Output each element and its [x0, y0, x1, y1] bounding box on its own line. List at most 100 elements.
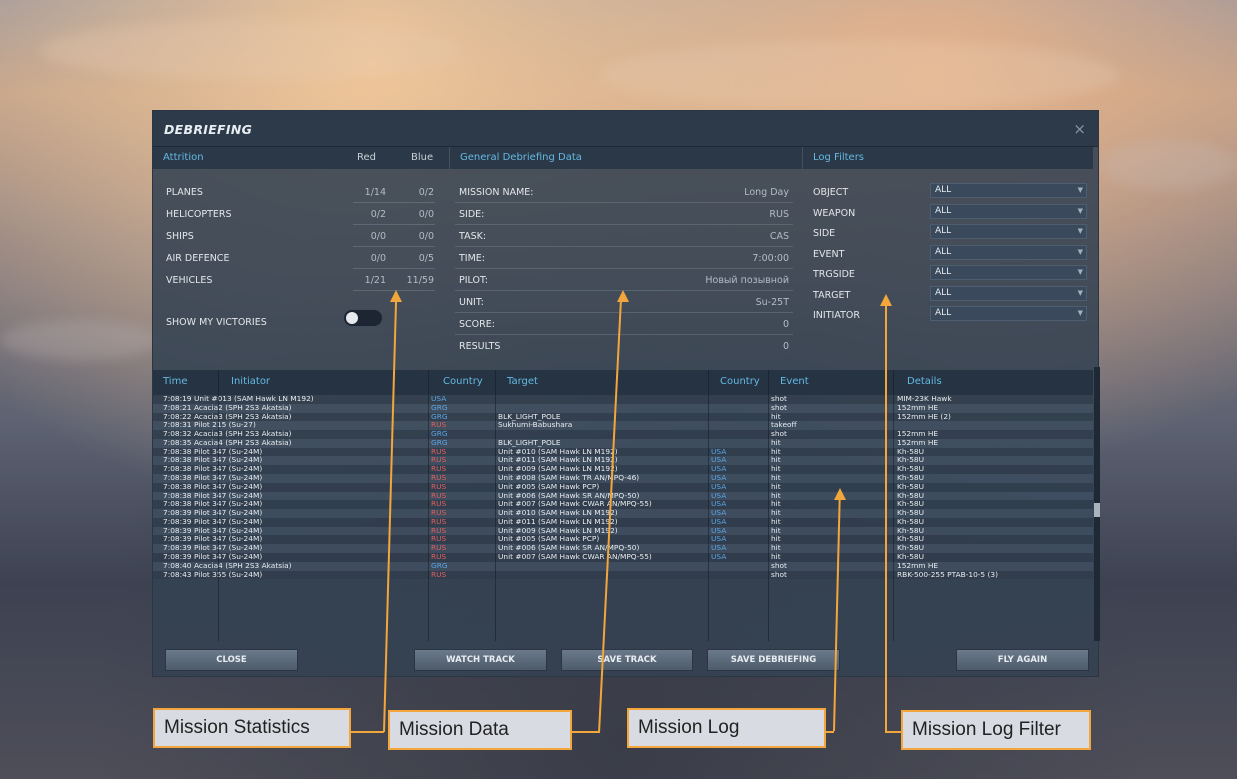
log-row[interactable]: 7:08:21 Acacia2 (SPH 2S3 Akatsia) GRG shot 1…	[153, 403, 1093, 413]
log-col-time[interactable]: Time	[163, 376, 187, 387]
log-event: shot	[771, 569, 787, 579]
filter-row: OBJECT ALL ▼	[803, 181, 1093, 201]
general-value: CAS	[769, 231, 789, 242]
attrition-red-value: 0/2	[370, 209, 386, 220]
close-icon[interactable]: ×	[1073, 120, 1086, 138]
log-row[interactable]: 7:08:31 Pilot 215 (Su-27) RUS Sukhumi-Babus…	[153, 421, 1093, 431]
filter-dropdown[interactable]: ALL ▼	[930, 203, 1087, 219]
attrition-blue-value: 0/5	[418, 253, 434, 264]
column-divider	[428, 370, 429, 641]
filter-value: ALL	[935, 226, 952, 236]
filter-dropdown[interactable]: ALL ▼	[930, 244, 1087, 260]
log-row[interactable]: 7:08:22 Acacia3 (SPH 2S3 Akatsia) GRG BLK_L…	[153, 411, 1093, 422]
filter-callout-line	[885, 731, 901, 733]
attrition-red-value: 1/14	[364, 187, 386, 198]
column-divider	[218, 370, 219, 641]
log-row[interactable]: 7:08:19 Unit #013 (SAM Hawk LN M192) USA sh…	[153, 395, 1093, 404]
fly-again-button[interactable]: FLY AGAIN	[956, 649, 1089, 671]
general-label: UNIT:	[459, 297, 484, 308]
log-col-target[interactable]: Target	[507, 376, 538, 387]
attrition-label: SHIPS	[166, 231, 194, 242]
filter-row: SIDE ALL ▼	[803, 222, 1093, 242]
general-data-row: TIME: 7:00:00	[449, 247, 801, 269]
attrition-label: VEHICLES	[166, 275, 213, 286]
log-row[interactable]: 7:08:32 Acacia3 (SPH 2S3 Akatsia) GRG shot 1…	[153, 430, 1093, 439]
attrition-label: PLANES	[166, 187, 203, 198]
close-button[interactable]: CLOSE	[165, 649, 298, 671]
log-row[interactable]: 7:08:39 Pilot 347 (Su-24M) RUS Unit #011 (S…	[153, 517, 1093, 527]
attrition-row: PLANES 1/14 0/2	[153, 181, 449, 203]
attrition-red-value: 1/21	[364, 275, 386, 286]
filter-dropdown[interactable]: ALL ▼	[930, 265, 1087, 280]
general-data-row: SCORE: 0	[449, 313, 801, 335]
save-debriefing-button[interactable]: SAVE DEBRIEFING	[707, 649, 840, 671]
column-divider	[768, 370, 769, 641]
log-row[interactable]: 7:08:43 Pilot 355 (Su-24M) RUS shot RBK-500-…	[153, 569, 1093, 580]
log-scrollbar[interactable]	[1094, 367, 1100, 641]
log-row[interactable]: 7:08:38 Pilot 347 (Su-24M) RUS Unit #007 (S…	[153, 500, 1093, 510]
scrollbar-thumb[interactable]	[1094, 503, 1100, 517]
general-label: SIDE:	[459, 209, 485, 220]
show-victories-toggle[interactable]	[343, 309, 383, 327]
filter-value: ALL	[935, 287, 952, 298]
mission-log-label: Mission Log	[627, 708, 826, 748]
watch-track-button[interactable]: WATCH TRACK	[414, 649, 547, 671]
general-label: MISSION NAME:	[459, 187, 534, 198]
attrition-label: HELICOPTERS	[166, 209, 232, 220]
log-row[interactable]: 7:08:39 Pilot 347 (Su-24M) RUS Unit #009 (S…	[153, 526, 1093, 536]
chevron-down-icon: ▼	[1077, 186, 1083, 194]
mission-data-label: Mission Data	[388, 710, 572, 750]
general-label: TIME:	[459, 253, 486, 264]
general-value: 0	[782, 341, 789, 352]
save-track-button[interactable]: SAVE TRACK	[561, 649, 693, 671]
data-callout-line	[572, 731, 599, 733]
filter-label: OBJECT	[813, 187, 849, 198]
log-row[interactable]: 7:08:39 Pilot 347 (Su-24M) RUS Unit #007 (S…	[153, 552, 1093, 562]
attrition-blue-value: 0/2	[418, 187, 434, 198]
log-details: 152mm HE (2)	[897, 411, 951, 421]
log-col-event[interactable]: Event	[780, 376, 809, 387]
chevron-down-icon: ▼	[1077, 247, 1083, 256]
attrition-blue-value: 11/59	[406, 275, 434, 286]
general-header: General Debriefing Data	[450, 147, 802, 169]
filter-label: INITIATOR	[813, 310, 860, 321]
log-row[interactable]: 7:08:38 Pilot 347 (Su-24M) RUS Unit #010 (S…	[153, 447, 1093, 457]
general-data-row: MISSION NAME: Long Day	[449, 181, 801, 203]
log-row[interactable]: 7:08:35 Acacia4 (SPH 2S3 Akatsia) GRG BLK_L…	[153, 438, 1093, 448]
log-row[interactable]: 7:08:38 Pilot 347 (Su-24M) RUS Unit #011 (S…	[153, 456, 1093, 466]
log-details: RBK-500-255 PTAB-10-5 (3)	[897, 569, 998, 579]
filter-row: WEAPON ALL ▼	[803, 202, 1093, 222]
general-label: SCORE:	[459, 319, 495, 330]
attrition-row: VEHICLES 1/21 11/59	[153, 269, 449, 291]
filter-dropdown[interactable]: ALL ▼	[930, 306, 1087, 321]
attrition-red-value: 0/0	[370, 231, 386, 242]
log-row[interactable]: 7:08:38 Pilot 347 (Su-24M) RUS Unit #008 (S…	[153, 473, 1093, 483]
general-data-row: SIDE: RUS	[449, 203, 801, 225]
filter-value: ALL	[935, 246, 952, 257]
filter-dropdown[interactable]: ALL ▼	[930, 285, 1087, 301]
log-col-initiator[interactable]: Initiator	[231, 376, 270, 387]
column-divider	[708, 370, 709, 641]
show-victories-label: SHOW MY VICTORIES	[166, 317, 267, 328]
stats-callout-line	[351, 731, 384, 733]
data-arrowhead	[617, 290, 629, 302]
filter-value: ALL	[935, 185, 952, 195]
chevron-down-icon: ▼	[1077, 206, 1083, 215]
log-col-country[interactable]: Country	[443, 376, 483, 387]
log-col-details[interactable]: Details	[907, 376, 942, 387]
attrition-row: HELICOPTERS 0/2 0/0	[153, 203, 449, 225]
general-value: RUS	[769, 209, 789, 220]
attrition-title: Attrition	[163, 152, 204, 163]
general-data-row: RESULTS 0	[449, 335, 801, 357]
filter-dropdown[interactable]: ALL ▼	[930, 183, 1087, 198]
filter-callout-line	[885, 304, 887, 732]
filter-value: ALL	[935, 308, 952, 318]
chevron-down-icon: ▼	[1077, 288, 1083, 297]
column-divider	[495, 370, 496, 641]
filter-dropdown[interactable]: ALL ▼	[930, 224, 1087, 239]
chevron-down-icon: ▼	[1077, 227, 1083, 235]
red-column-header: Red	[357, 152, 376, 163]
log-row[interactable]: 7:08:39 Pilot 347 (Su-24M) RUS Unit #010 (S…	[153, 509, 1093, 518]
log-col-target-country[interactable]: Country	[720, 376, 760, 387]
filter-label: EVENT	[813, 248, 845, 260]
